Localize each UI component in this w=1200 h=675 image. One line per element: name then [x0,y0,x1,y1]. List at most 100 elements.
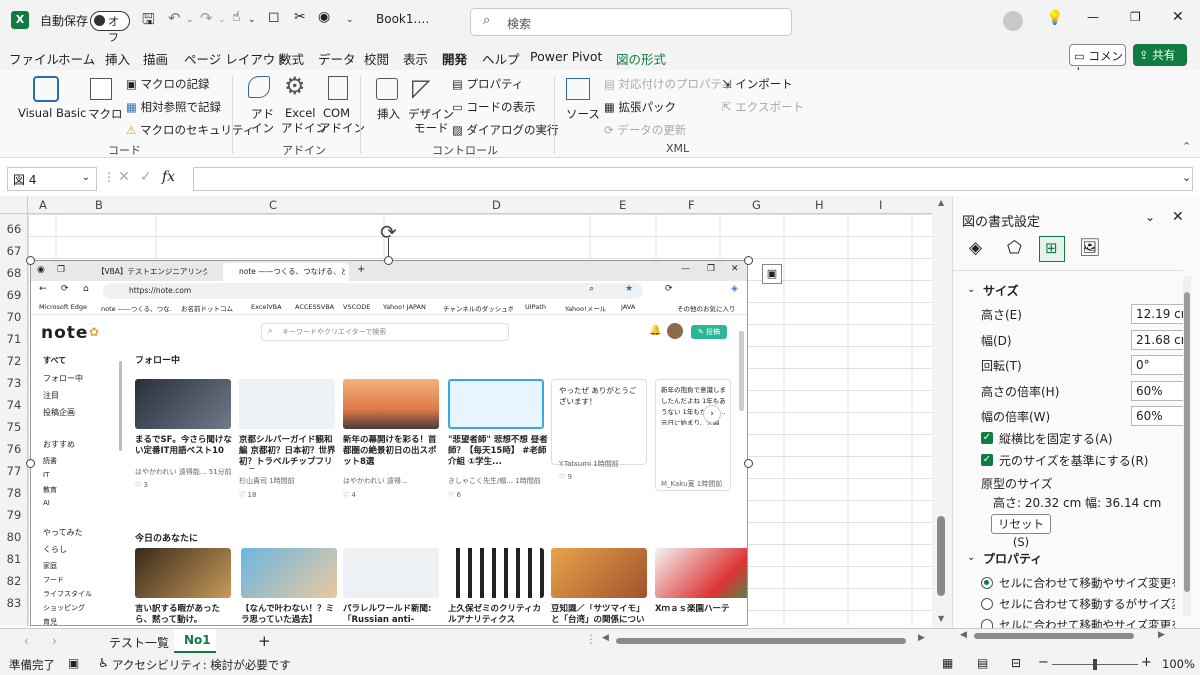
row-header[interactable]: 71 [2,332,26,346]
relative-ref-button[interactable]: ▦ 相対参照で記録 [126,99,221,115]
row-header[interactable]: 67 [2,244,26,258]
cut-icon[interactable]: ✂ [294,9,306,25]
column-header[interactable]: F [688,198,695,212]
pane-scrollbar[interactable] [1183,276,1191,616]
active-sheet-tab[interactable]: No1 [174,629,216,653]
scroll-right-icon[interactable]: ▶ [918,633,925,643]
pane-h-scrollbar[interactable]: ◀ ▶ [960,630,1170,643]
page-layout-view-icon[interactable]: ▤ [977,656,988,670]
relative-original-checkbox[interactable]: ✓ [981,454,993,466]
close-icon[interactable]: ✕ [1172,9,1184,25]
resize-handle[interactable] [744,459,753,468]
scroll-down-icon[interactable]: ▼ [938,614,944,623]
macro-security-button[interactable]: ⚠ マクロのセキュリティ [126,122,254,138]
resize-handle[interactable] [26,256,35,265]
redo-dropdown-icon[interactable]: ⌄ [218,15,226,25]
h-scrollbar-thumb[interactable] [616,638,906,644]
zoom-out-icon[interactable]: − [1038,655,1049,670]
column-header[interactable]: D [492,198,501,212]
height-input[interactable]: 12.19 cm [1131,304,1191,324]
size-properties-icon[interactable]: ⊞ [1039,236,1065,262]
prev-sheet-icon[interactable]: ‹ [24,634,29,648]
column-header[interactable]: E [619,198,626,212]
section-collapse-icon[interactable]: ⌄ [967,552,975,563]
move-only-radio[interactable] [981,598,993,610]
row-header[interactable]: 80 [2,530,26,544]
column-header[interactable]: H [815,198,824,212]
resize-handle[interactable] [384,256,393,265]
row-header[interactable]: 81 [2,552,26,566]
select-all-corner[interactable] [0,196,28,214]
touch-dropdown-icon[interactable]: ⌄ [248,15,256,25]
autosave-toggle[interactable]: オフ [90,11,130,44]
zoom-level[interactable]: 100% [1162,657,1195,671]
accessibility-icon[interactable]: ♿ [98,656,109,670]
ribbon-collapse-icon[interactable]: ⌃ [1182,140,1191,153]
rotation-input[interactable]: 0° [1131,355,1191,375]
search-box[interactable]: ⌕ 検索 [470,8,792,36]
visual-basic-button[interactable]: Visual Basic [18,106,86,120]
excel-addin-button[interactable]: Excel [285,106,315,120]
cancel-icon[interactable]: ✕ [118,169,130,185]
restore-icon[interactable]: ❐ [1130,10,1141,24]
redo-icon[interactable]: ↷ [200,9,213,27]
import-button[interactable]: ⇲ インポート [722,76,793,92]
row-header[interactable]: 75 [2,420,26,434]
com-addin-button[interactable]: COM [323,106,350,120]
expansion-packs-button[interactable]: ▦ 拡張パック [604,99,676,115]
minimize-icon[interactable]: — [1087,10,1099,24]
touch-mode-icon[interactable]: ☝ [232,9,241,25]
qat-customize-icon[interactable]: ⌄ [346,15,354,25]
scrollbar-thumb[interactable] [937,516,945,596]
width-input[interactable]: 21.68 cm [1131,330,1191,350]
share-button[interactable]: ⇪ 共有 ⌄ [1133,44,1187,77]
accessibility-status[interactable]: アクセシビリティ: 検討が必要です [112,657,291,673]
lock-aspect-checkbox[interactable]: ✓ [981,432,993,444]
fill-line-icon[interactable]: ◈ [969,238,982,258]
zoom-in-icon[interactable]: + [1141,655,1152,670]
enter-icon[interactable]: ✓ [140,169,152,185]
account-avatar[interactable] [1003,11,1023,31]
scroll-left-icon[interactable]: ◀ [602,633,609,643]
menu-page-layout[interactable]: ページ レイアウト [184,49,288,68]
view-code-button[interactable]: ▭ コードの表示 [452,99,536,115]
scroll-right-icon[interactable]: ▶ [1158,630,1165,640]
menu-draw[interactable]: 描画 [143,49,168,68]
scroll-left-icon[interactable]: ◀ [960,630,967,640]
move-size-radio[interactable] [981,577,993,589]
properties-button[interactable]: ▤ プロパティ [452,76,523,92]
horizontal-scrollbar[interactable]: ◀ ▶ [600,633,930,647]
row-header[interactable]: 78 [2,486,26,500]
expand-formula-icon[interactable]: ⌄ [1182,171,1191,184]
file-name[interactable]: Book1.… [376,12,429,26]
normal-view-icon[interactable]: ▦ [942,656,953,670]
no-move-radio[interactable] [981,619,993,628]
insert-control-button[interactable]: 挿入 [377,106,400,122]
add-sheet-icon[interactable]: + [258,632,271,650]
resize-handle[interactable] [744,256,753,265]
menu-view[interactable]: 表示 [403,49,428,68]
row-header[interactable]: 76 [2,442,26,456]
column-header[interactable]: A [39,198,47,212]
menu-help[interactable]: ヘルプ [482,49,520,68]
properties-section-header[interactable]: プロパティ [983,550,1042,567]
picture-icon[interactable]: 🖼 [1079,238,1101,258]
size-section-header[interactable]: サイズ [983,282,1019,299]
insert-function-icon[interactable]: fx [162,169,175,185]
row-header[interactable]: 69 [2,288,26,302]
row-header[interactable]: 82 [2,574,26,588]
pane-close-icon[interactable]: ✕ [1172,209,1184,225]
scale-width-input[interactable]: 60% [1131,406,1191,426]
more-options-icon[interactable]: ⋮ [103,170,115,184]
page-break-view-icon[interactable]: ⊟ [1011,656,1021,670]
menu-review[interactable]: 校閲 [364,49,389,68]
scroll-up-icon[interactable]: ▲ [938,198,944,207]
zoom-slider-thumb[interactable] [1093,659,1097,670]
macros-button[interactable]: マクロ [88,106,123,122]
pane-h-scrollbar-thumb[interactable] [974,633,1134,639]
reset-button[interactable]: リセット(S) [991,514,1051,549]
more-icon[interactable]: ⋮ [585,632,597,646]
vertical-scrollbar[interactable]: ▲ ▼ [932,196,952,628]
comment-button[interactable]: ▭ コメント [1069,44,1126,79]
menu-developer[interactable]: 開発 [442,49,468,74]
